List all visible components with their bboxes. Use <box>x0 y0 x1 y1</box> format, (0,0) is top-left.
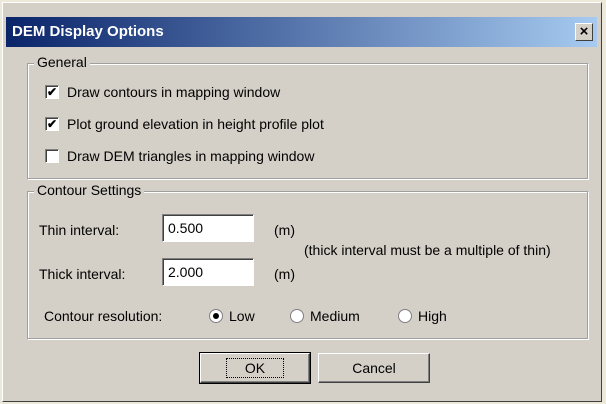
radio-option-medium[interactable]: Medium <box>290 308 360 324</box>
radio-selected-dot <box>213 313 219 319</box>
interval-note: (thick interval must be a multiple of th… <box>304 242 551 258</box>
checkbox-plot-ground-elevation[interactable]: ✔ <box>45 117 59 131</box>
radio-medium[interactable] <box>290 309 304 323</box>
contour-resolution-label: Contour resolution: <box>44 308 163 324</box>
close-icon: × <box>579 23 589 40</box>
cancel-button[interactable]: Cancel <box>318 353 430 383</box>
ok-button[interactable]: OK <box>199 352 311 384</box>
option-draw-dem-triangles[interactable]: Draw DEM triangles in mapping window <box>45 148 314 164</box>
thin-interval-label: Thin interval: <box>39 222 120 238</box>
thick-interval-input[interactable] <box>162 258 254 286</box>
checkbox-draw-contours[interactable]: ✔ <box>45 85 59 99</box>
general-legend: General <box>34 54 90 70</box>
thick-interval-label: Thick interval: <box>39 266 126 282</box>
option-label: Draw DEM triangles in mapping window <box>67 148 315 164</box>
cancel-button-label: Cancel <box>352 360 396 376</box>
radio-label-low: Low <box>229 308 255 324</box>
radio-low[interactable] <box>209 309 223 323</box>
radio-high[interactable] <box>398 309 412 323</box>
radio-label-medium: Medium <box>310 308 360 324</box>
radio-option-high[interactable]: High <box>398 308 447 324</box>
thick-interval-unit: (m) <box>274 266 295 282</box>
contour-settings-legend: Contour Settings <box>34 182 145 198</box>
window-title: DEM Display Options <box>12 23 164 40</box>
radio-label-high: High <box>418 308 447 324</box>
thin-interval-unit: (m) <box>274 222 295 238</box>
option-label: Plot ground elevation in height profile … <box>67 116 324 132</box>
ok-button-label: OK <box>225 358 285 378</box>
option-draw-contours[interactable]: ✔ Draw contours in mapping window <box>45 84 280 100</box>
contour-settings-group: Contour Settings Thin interval: (m) (thi… <box>27 182 588 339</box>
title-bar[interactable]: DEM Display Options × <box>6 17 597 47</box>
general-group: General ✔ Draw contours in mapping windo… <box>27 54 588 179</box>
radio-option-low[interactable]: Low <box>209 308 255 324</box>
checkbox-draw-dem-triangles[interactable] <box>45 149 59 163</box>
dialog-window: DEM Display Options × General ✔ Draw con… <box>2 2 602 402</box>
thin-interval-input[interactable] <box>162 214 254 242</box>
option-label: Draw contours in mapping window <box>67 84 281 100</box>
close-button[interactable]: × <box>575 23 593 41</box>
option-plot-ground-elevation[interactable]: ✔ Plot ground elevation in height profil… <box>45 116 324 132</box>
